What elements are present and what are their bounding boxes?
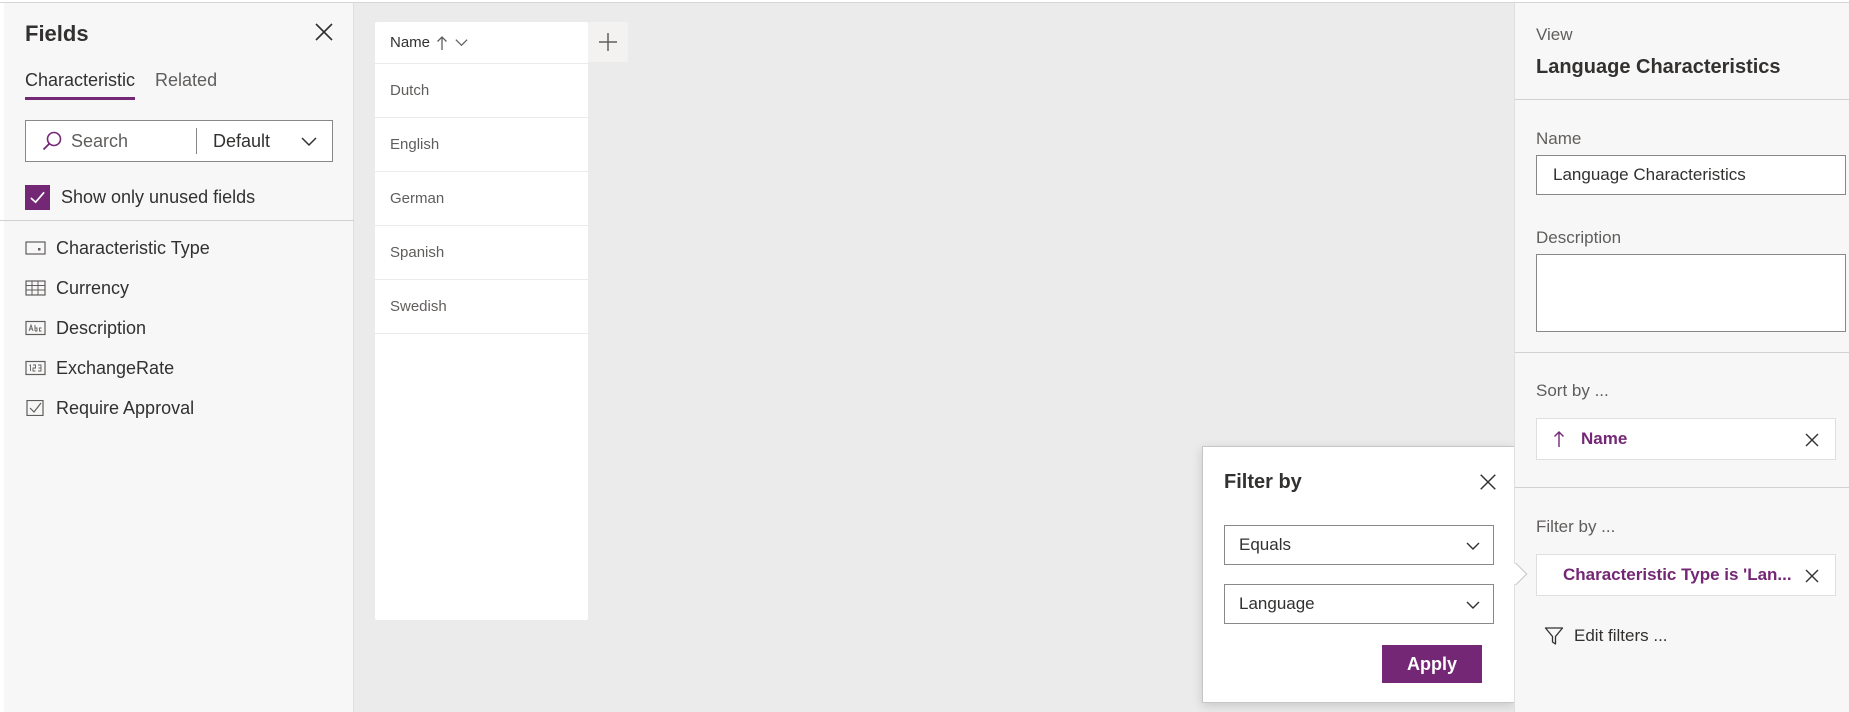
- number-field-icon: [25, 360, 46, 376]
- view-title: Language Characteristics: [1536, 56, 1781, 78]
- add-column-button[interactable]: [588, 22, 628, 62]
- close-popup-icon[interactable]: [1478, 472, 1498, 492]
- fields-divider: [0, 220, 354, 221]
- view-section-label: View: [1536, 25, 1573, 44]
- tab-related[interactable]: Related: [155, 70, 217, 100]
- edit-filters-label: Edit filters ...: [1574, 626, 1668, 645]
- apply-button[interactable]: Apply: [1382, 645, 1482, 683]
- edit-filters-link[interactable]: Edit filters ...: [1544, 626, 1668, 646]
- show-unused-checkbox[interactable]: [25, 185, 50, 210]
- table-row[interactable]: Spanish: [375, 226, 588, 280]
- field-label: Currency: [56, 277, 130, 298]
- table-row[interactable]: Dutch: [375, 64, 588, 118]
- table-row[interactable]: English: [375, 118, 588, 172]
- search-icon: [42, 131, 62, 151]
- panel-edge: [0, 3, 4, 712]
- currency-icon: [25, 280, 46, 296]
- chevron-down-icon: [1466, 601, 1480, 609]
- field-item-exchangerate[interactable]: ExchangeRate: [25, 348, 210, 388]
- value-select[interactable]: Language: [1224, 584, 1494, 624]
- view-grid: Name Dutch English German Spanish Swedis…: [375, 22, 588, 620]
- show-unused-label: Show only unused fields: [61, 187, 256, 207]
- field-item-require-approval[interactable]: Require Approval: [25, 388, 210, 428]
- search-input[interactable]: Search: [71, 131, 196, 152]
- close-fields-icon[interactable]: [313, 21, 335, 43]
- sort-ascending-icon: [1554, 431, 1564, 447]
- section-divider: [1515, 352, 1849, 353]
- field-label: Description: [56, 317, 147, 338]
- sort-label: Sort by ...: [1536, 381, 1609, 400]
- filter-popup-title: Filter by: [1224, 471, 1302, 493]
- search-divider: [196, 128, 197, 154]
- lookup-icon: [25, 240, 46, 256]
- field-item-characteristic-type[interactable]: Characteristic Type: [25, 228, 210, 268]
- fields-tabs: Characteristic Related: [25, 70, 217, 100]
- description-label: Description: [1536, 228, 1622, 247]
- field-label: Characteristic Type: [56, 237, 210, 258]
- name-input[interactable]: Language Characteristics: [1536, 155, 1846, 195]
- section-divider: [1515, 487, 1849, 488]
- text-field-icon: [25, 320, 46, 336]
- operator-value: Equals: [1239, 535, 1291, 554]
- fields-panel-title: Fields: [25, 21, 89, 46]
- show-unused-toggle[interactable]: Show only unused fields: [25, 185, 255, 210]
- checkmark-icon: [30, 191, 45, 204]
- remove-filter-icon[interactable]: [1803, 567, 1821, 585]
- operator-select[interactable]: Equals: [1224, 525, 1494, 565]
- filter-popup: Filter by Equals Language Apply: [1202, 446, 1515, 703]
- tab-characteristic[interactable]: Characteristic: [25, 70, 136, 100]
- description-textarea[interactable]: [1536, 254, 1846, 332]
- view-properties-panel: View Language Characteristics Name Langu…: [1514, 3, 1849, 712]
- filter-value: Language: [1239, 594, 1315, 613]
- chevron-down-icon[interactable]: [300, 132, 318, 150]
- sort-ascending-icon: [437, 35, 447, 50]
- sort-chip-label: Name: [1581, 429, 1628, 448]
- field-item-currency[interactable]: Currency: [25, 268, 210, 308]
- fields-panel: Fields Characteristic Related Search Def…: [0, 3, 354, 712]
- field-list: Characteristic Type Currency Description…: [25, 228, 210, 428]
- remove-sort-icon[interactable]: [1803, 431, 1821, 449]
- table-row[interactable]: Swedish: [375, 280, 588, 334]
- name-label: Name: [1536, 129, 1582, 148]
- field-label: Require Approval: [56, 397, 195, 418]
- section-divider: [1515, 99, 1849, 100]
- table-row[interactable]: German: [375, 172, 588, 226]
- chevron-down-icon[interactable]: [454, 35, 469, 50]
- filter-icon: [1544, 627, 1564, 645]
- column-header-name[interactable]: Name: [375, 22, 588, 64]
- search-box: Search Default: [25, 120, 333, 162]
- filter-chip-label: Characteristic Type is 'Lan...: [1563, 565, 1792, 584]
- sort-chip[interactable]: Name: [1536, 418, 1836, 460]
- filter-chip[interactable]: Characteristic Type is 'Lan...: [1536, 554, 1836, 596]
- field-set-dropdown[interactable]: Default: [213, 131, 300, 152]
- column-header-label: Name: [390, 34, 431, 51]
- checkbox-field-icon: [25, 400, 46, 416]
- filter-label: Filter by ...: [1536, 517, 1616, 536]
- field-label: ExchangeRate: [56, 357, 175, 378]
- field-item-description[interactable]: Description: [25, 308, 210, 348]
- plus-icon: [599, 33, 617, 51]
- chevron-down-icon: [1466, 542, 1480, 550]
